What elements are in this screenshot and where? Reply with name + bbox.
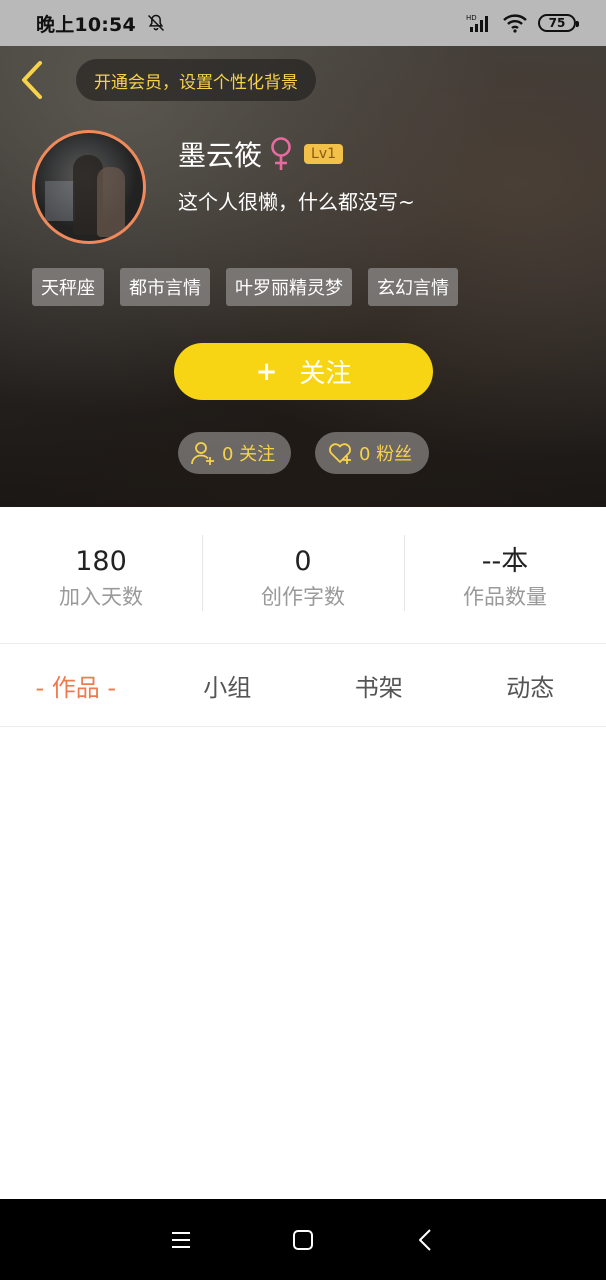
battery-icon: 75: [538, 14, 579, 32]
back-triangle-icon: [419, 1228, 431, 1251]
tab-content-area: [0, 727, 606, 1199]
chevron-left-icon: [22, 61, 42, 99]
tab-bookshelf[interactable]: 书架: [303, 668, 455, 703]
stat-label: 加入天数: [59, 585, 143, 609]
profile-tabs: - 作品 - 小组 书架 动态: [0, 645, 606, 727]
home-button[interactable]: [283, 1220, 323, 1260]
battery-level: 75: [548, 16, 566, 30]
status-bar: 晚上10:54 HD 75: [0, 0, 606, 46]
stat-word-count: 0 创作字数: [202, 535, 404, 611]
plus-icon: +: [255, 356, 278, 387]
menu-icon: [172, 1231, 190, 1248]
user-bio: 这个人很懒，什么都没写~: [178, 190, 415, 214]
interest-tags: 天秤座 都市言情 叶罗丽精灵梦 玄幻言情: [32, 268, 458, 306]
female-icon: [271, 137, 291, 170]
user-name: 墨云筱: [178, 139, 263, 172]
following-count-button[interactable]: 0 关注: [178, 432, 291, 474]
wifi-icon: [503, 14, 527, 33]
tab-activity[interactable]: 动态: [455, 668, 606, 703]
status-right-icons: HD 75: [466, 13, 579, 33]
back-button[interactable]: [14, 60, 50, 100]
signal-hd-icon: HD: [466, 14, 488, 32]
stat-join-days: 180 加入天数: [0, 539, 202, 611]
name-row: 墨云筱 Lv1: [178, 134, 344, 174]
tab-groups[interactable]: 小组: [152, 668, 304, 703]
system-nav-bar: [0, 1199, 606, 1280]
vip-background-prompt[interactable]: 开通会员，设置个性化背景: [76, 59, 316, 101]
home-square-icon: [293, 1229, 313, 1250]
tab-works[interactable]: - 作品 -: [0, 668, 152, 703]
fans-count-button[interactable]: 0 粉丝: [315, 432, 429, 474]
tag[interactable]: 都市言情: [120, 268, 210, 306]
svg-text:HD: HD: [466, 14, 477, 22]
stat-value: 180: [75, 546, 127, 577]
mute-bell-icon: [147, 14, 164, 32]
stat-value: --本: [481, 546, 529, 577]
follow-button[interactable]: + 关注: [174, 343, 433, 400]
avatar-photo-detail: [97, 167, 125, 237]
level-badge: Lv1: [304, 144, 344, 164]
following-count: 0 关注: [222, 444, 276, 465]
profile-header: 开通会员，设置个性化背景 墨云筱 Lv1 这个人很懒，什么都没写~ 天秤座 都市…: [0, 46, 606, 507]
fans-count: 0 粉丝: [359, 444, 413, 465]
follow-button-label: 关注: [299, 359, 352, 389]
status-time: 晚上10:54: [36, 13, 136, 36]
avatar-photo-detail: [45, 181, 75, 221]
stat-label: 创作字数: [261, 585, 345, 609]
stat-label: 作品数量: [463, 585, 547, 609]
avatar[interactable]: [32, 130, 146, 244]
tag[interactable]: 叶罗丽精灵梦: [226, 268, 352, 306]
back-nav-button[interactable]: [405, 1220, 445, 1260]
menu-button[interactable]: [161, 1220, 201, 1260]
add-user-icon: [191, 442, 214, 465]
stats-row: 180 加入天数 0 创作字数 --本 作品数量: [0, 507, 606, 644]
stat-value: 0: [294, 546, 312, 577]
tag[interactable]: 天秤座: [32, 268, 104, 306]
heart-plus-icon: [329, 443, 351, 464]
profile-screen: 晚上10:54 HD 75 开通会员，设置个性化背景 墨云筱 Lv1 这个人很懒…: [0, 0, 606, 1280]
tag[interactable]: 玄幻言情: [368, 268, 458, 306]
stat-works-count: --本 作品数量: [404, 535, 606, 611]
